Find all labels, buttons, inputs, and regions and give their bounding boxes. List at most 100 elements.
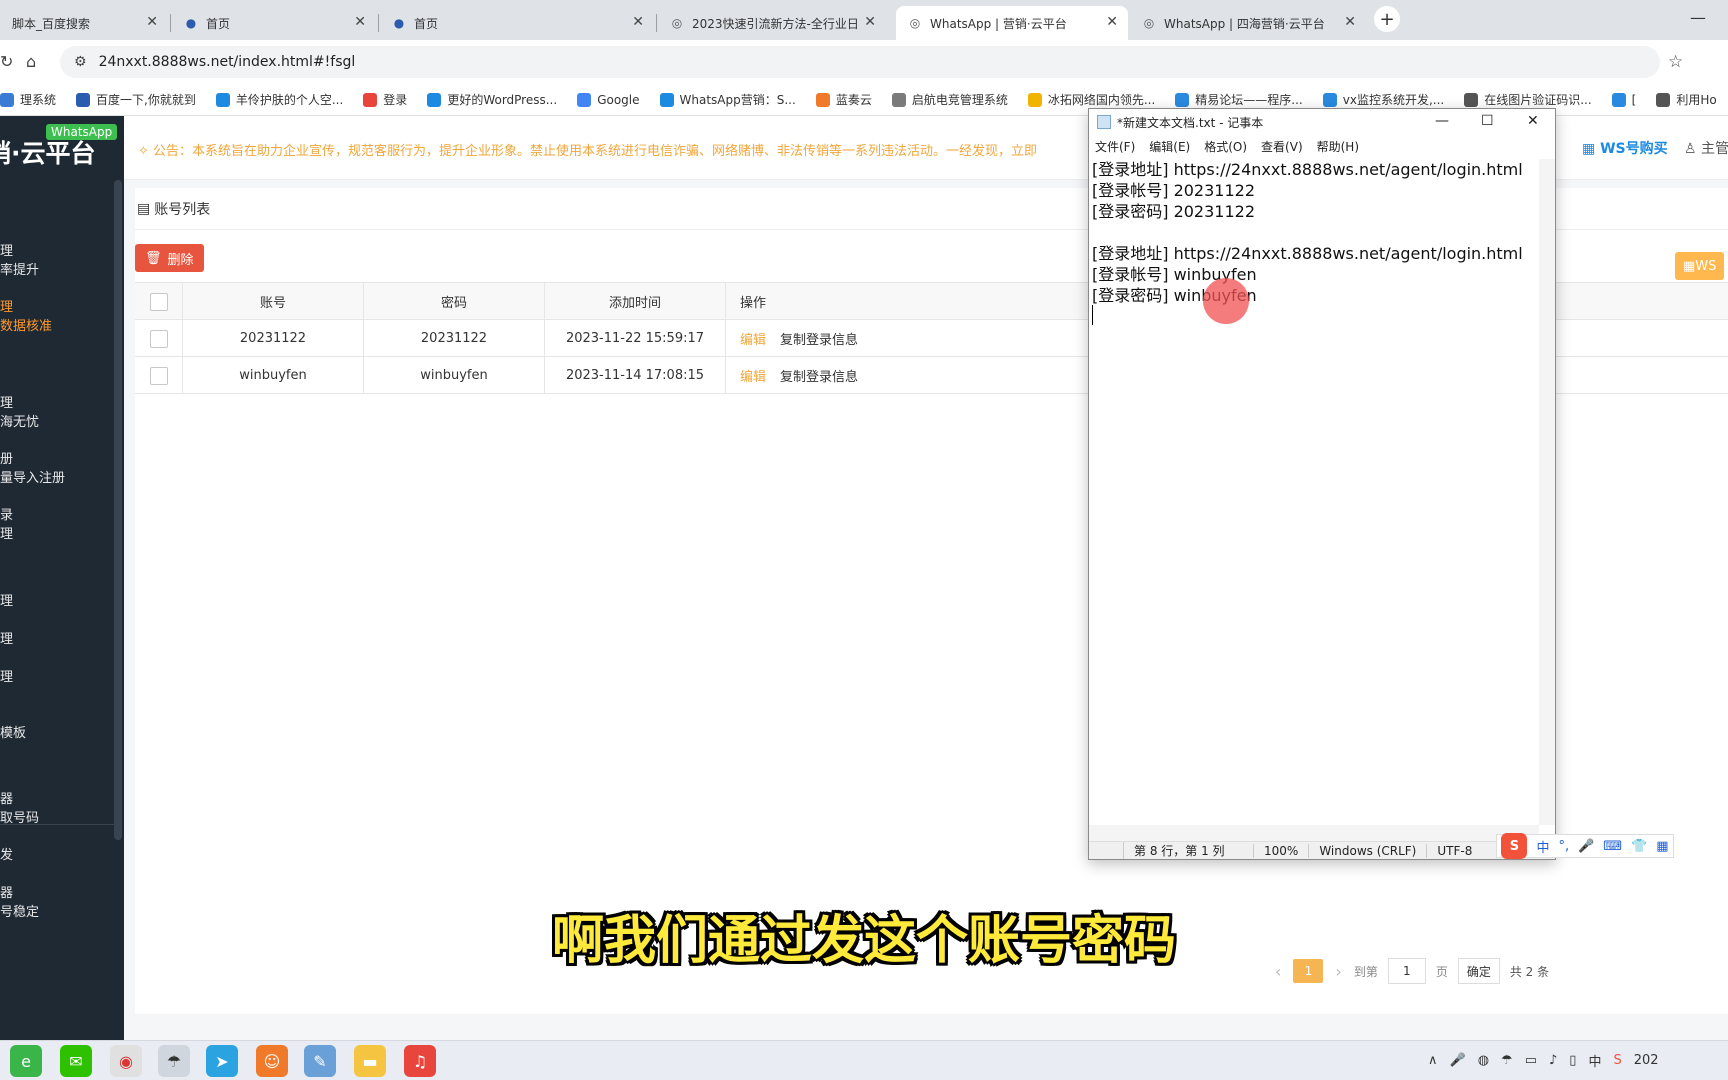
bookmark-item[interactable]: Google [577, 92, 640, 107]
file-explorer-icon[interactable]: ▬ [354, 1045, 386, 1077]
sidebar-item[interactable]: 量导入注册 [0, 469, 65, 488]
sidebar-item[interactable]: 器 [0, 790, 13, 809]
bookmark-item[interactable]: 登录 [363, 91, 407, 108]
tab-home-1[interactable]: ● 首页 ✕ [172, 6, 376, 40]
sidebar-scrollbar[interactable] [114, 180, 122, 840]
bookmark-item[interactable]: 羊伶护肤的个人空... [215, 91, 343, 108]
site-settings-icon[interactable]: ⚙ [74, 54, 87, 70]
notepad-taskbar-icon[interactable]: ✎ [304, 1045, 336, 1077]
wechat-icon[interactable]: ✉ [60, 1045, 92, 1077]
vertical-scrollbar[interactable] [1539, 159, 1555, 825]
ime-punct[interactable]: °, [1558, 839, 1569, 854]
bookmark-star-icon[interactable]: ☆ [1668, 52, 1683, 72]
telegram-icon[interactable]: ➤ [206, 1045, 238, 1077]
tray-tool-icon[interactable]: ☂ [1501, 1053, 1513, 1068]
tab-whatsapp-sihai[interactable]: ◎ WhatsApp | 四海营销·云平台 ✕ [1130, 6, 1366, 40]
notepad-menu-item[interactable]: 编辑(E) [1149, 138, 1190, 155]
row-checkbox[interactable] [149, 366, 168, 385]
tray-expand-icon[interactable]: ∧ [1428, 1053, 1438, 1068]
sidebar-item[interactable]: 发 [0, 846, 13, 865]
bookmark-item[interactable]: 利用Ho [1656, 91, 1717, 108]
sidebar-item[interactable]: 率提升 [0, 261, 39, 280]
omnibox[interactable]: ⚙ 24nxxt.8888ws.net/index.html#!fsgl [60, 46, 1660, 78]
tab-home-2[interactable]: ● 首页 ✕ [380, 6, 654, 40]
tab-traffic-method[interactable]: ◎ 2023快速引流新方法-全行业日 ✕ [658, 6, 886, 40]
bookmark-item[interactable]: 理系统 [0, 91, 56, 108]
horizontal-scrollbar[interactable] [1089, 825, 1539, 841]
minimize-icon[interactable]: — [1435, 113, 1449, 129]
skin-icon[interactable]: 👕 [1631, 839, 1647, 854]
notepad-menu-item[interactable]: 格式(O) [1204, 138, 1247, 155]
bookmark-item[interactable]: 百度一下,你就就到 [76, 91, 196, 108]
close-icon[interactable]: ✕ [632, 14, 644, 30]
notepad-window[interactable]: *新建文本文档.txt - 记事本 — ☐ ✕ 文件(F) 编辑(E) 格式(O) 查… [1088, 108, 1556, 860]
close-icon[interactable]: ✕ [354, 14, 366, 30]
bookmark-item[interactable]: 启航电竞管理系统 [891, 91, 1008, 108]
sogou-logo-icon[interactable]: S [1501, 833, 1528, 859]
ws-buy-link[interactable]: ▦ WS号购买 [1582, 138, 1668, 158]
edit-link[interactable]: 编辑 [740, 329, 766, 348]
reload-icon[interactable]: ↻ [0, 52, 13, 71]
url-text[interactable]: 24nxxt.8888ws.net/index.html#!fsgl [99, 54, 356, 70]
edit-link[interactable]: 编辑 [740, 366, 766, 385]
maximize-icon[interactable]: ☐ [1481, 113, 1494, 129]
home-icon[interactable]: ⌂ [26, 52, 36, 71]
keyboard-icon[interactable]: ⌨ [1603, 839, 1622, 854]
sidebar-item[interactable]: 理 [0, 592, 13, 611]
copy-login-link[interactable]: 复制登录信息 [780, 366, 858, 385]
app-icon[interactable]: ☺ [256, 1045, 288, 1077]
tray-language[interactable]: 中 [1588, 1051, 1601, 1070]
sidebar-item[interactable]: 海无忧 [0, 413, 39, 432]
tool-icon[interactable]: ☂ [158, 1045, 190, 1077]
close-icon[interactable]: ✕ [864, 14, 876, 30]
tab-baidu-search[interactable]: 脚本_百度搜索 ✕ [0, 6, 168, 40]
notepad-menu-item[interactable]: 查看(V) [1261, 138, 1303, 155]
tray-mic-icon[interactable]: 🎤 [1450, 1053, 1466, 1068]
notepad-titlebar[interactable]: *新建文本文档.txt - 记事本 — ☐ ✕ [1089, 109, 1555, 135]
bookmark-item[interactable]: [ [1611, 92, 1636, 107]
sidebar-item[interactable]: 录 [0, 506, 13, 525]
toolbox-icon[interactable]: ▦ [1656, 839, 1668, 854]
copy-login-link[interactable]: 复制登录信息 [780, 329, 858, 348]
sidebar-item[interactable]: 理 [0, 298, 13, 317]
close-icon[interactable]: ✕ [146, 14, 158, 30]
sidebar-item[interactable]: 模板 [0, 724, 26, 743]
notepad-menu-item[interactable]: 文件(F) [1095, 138, 1135, 155]
microphone-icon[interactable]: 🎤 [1578, 839, 1594, 854]
bookmark-item[interactable]: 冰拓网络国内领先... [1027, 91, 1155, 108]
new-tab-button[interactable]: + [1374, 6, 1400, 32]
close-icon[interactable]: ✕ [1344, 14, 1356, 30]
ime-toolbar[interactable]: S 中 °, 🎤 ⌨ 👕 ▦ [1496, 833, 1674, 859]
chrome-icon[interactable]: ◉ [110, 1045, 142, 1077]
sidebar-item[interactable]: 理 [0, 525, 13, 544]
tray-speaker-icon[interactable]: ♪ [1549, 1053, 1557, 1068]
close-icon[interactable]: ✕ [1527, 113, 1539, 129]
minimize-icon[interactable]: — [1690, 8, 1706, 27]
netease-music-icon[interactable]: ♫ [404, 1045, 436, 1077]
select-all-checkbox[interactable] [149, 292, 168, 311]
tray-clock[interactable]: 202 [1634, 1053, 1659, 1068]
ws-button[interactable]: ▦ WS [1675, 252, 1725, 280]
bookmark-item[interactable]: 更好的WordPress... [427, 91, 557, 108]
notepad-menu-item[interactable]: 帮助(H) [1317, 138, 1359, 155]
sidebar-item[interactable]: 理 [0, 630, 13, 649]
tray-network-icon[interactable]: ▭ [1525, 1053, 1537, 1068]
close-icon[interactable]: ✕ [1106, 14, 1118, 30]
sidebar-item[interactable]: 数据核准 [0, 317, 52, 336]
tab-whatsapp-active[interactable]: ◎ WhatsApp | 营销·云平台 ✕ [896, 6, 1128, 40]
bookmark-item[interactable]: 精易论坛——程序... [1175, 91, 1303, 108]
admin-menu[interactable]: ♙ 主管 [1684, 138, 1728, 158]
tray-battery-icon[interactable]: ▯ [1569, 1053, 1576, 1068]
bookmark-item[interactable]: WhatsApp营销：S... [659, 91, 796, 108]
ime-mode[interactable]: 中 [1536, 837, 1549, 856]
tray-app-icon[interactable]: ◍ [1478, 1053, 1489, 1068]
sidebar-item[interactable]: 理 [0, 394, 13, 413]
row-checkbox[interactable] [149, 329, 168, 348]
app-360-icon[interactable]: e [10, 1045, 42, 1077]
bookmark-item[interactable]: vx监控系统开发,... [1322, 91, 1444, 108]
sidebar-item[interactable]: 理 [0, 668, 13, 687]
tray-sogou-icon[interactable]: S [1613, 1053, 1621, 1068]
delete-button[interactable]: 🗑 删除 [135, 244, 204, 272]
sidebar-item[interactable]: 理 [0, 242, 13, 261]
notepad-text-area[interactable]: [登录地址] https://24nxxt.8888ws.net/agent/l… [1092, 159, 1532, 825]
